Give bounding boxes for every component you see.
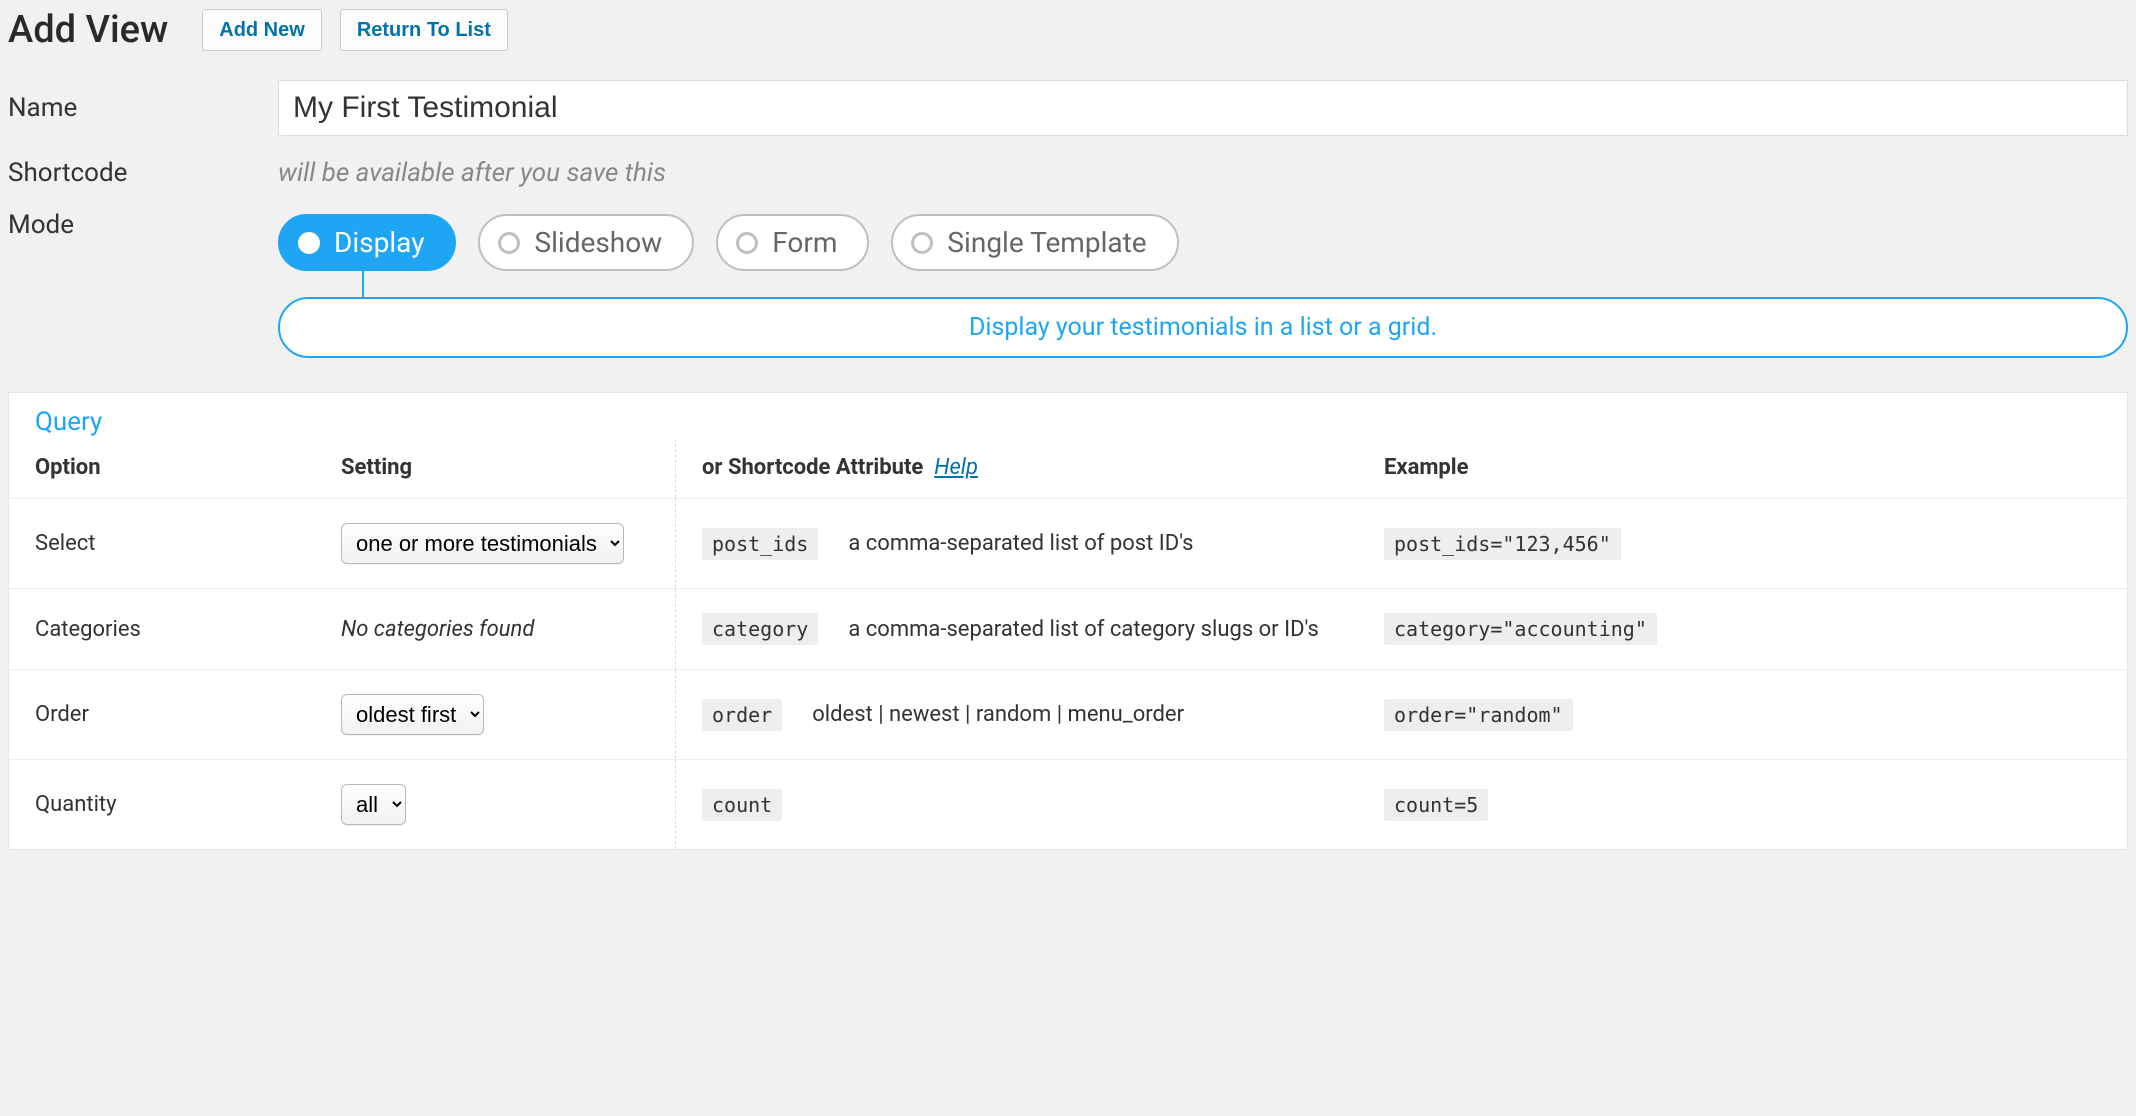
example-cell: post_ids="123,456" xyxy=(1358,499,2127,589)
setting-select-count[interactable]: all xyxy=(341,784,406,825)
mode-pill-label: Slideshow xyxy=(534,226,662,259)
setting-cell: one or more testimonials xyxy=(315,499,676,589)
mode-label: Mode xyxy=(8,210,278,240)
shortcode-cell: post_ids a comma-separated list of post I… xyxy=(676,499,1359,589)
example-code: post_ids="123,456" xyxy=(1384,528,1621,560)
mode-pill-group: Display Slideshow Form Single Template xyxy=(278,214,2128,271)
mode-pill-label: Display xyxy=(334,226,424,259)
mode-pill-label: Single Template xyxy=(947,226,1146,259)
setting-cell: all xyxy=(315,760,676,850)
mode-pill-label: Form xyxy=(772,226,837,259)
mode-pill-form[interactable]: Form xyxy=(716,214,869,271)
setting-cell: oldest first xyxy=(315,670,676,760)
mode-pill-single[interactable]: Single Template xyxy=(891,214,1178,271)
table-row: Categories No categories found category a c… xyxy=(9,589,2127,670)
table-row: Quantity all count count=5 xyxy=(9,760,2127,850)
radio-icon xyxy=(298,232,320,254)
table-row: Select one or more testimonials post_ids a … xyxy=(9,499,2127,589)
shortcode-hint: will be available after you save this xyxy=(278,158,666,188)
radio-icon xyxy=(736,232,758,254)
setting-select-order[interactable]: oldest first xyxy=(341,694,484,735)
query-th-setting: Setting xyxy=(315,439,676,499)
help-link[interactable]: Help xyxy=(934,455,978,480)
mode-pill-display[interactable]: Display xyxy=(278,214,456,271)
query-panel: Query Option Setting or Shortcode Attrib… xyxy=(8,392,2128,850)
shortcode-cell: order oldest | newest | random | menu_ord… xyxy=(676,670,1359,760)
shortcode-cell: count xyxy=(676,760,1359,850)
shortcode-cell: category a comma-separated list of catego… xyxy=(676,589,1359,670)
return-to-list-button[interactable]: Return To List xyxy=(340,9,508,51)
shortcode-attr-desc: a comma-separated list of post ID's xyxy=(848,531,1193,556)
page-title: Add View xyxy=(8,8,168,52)
setting-select-post_ids[interactable]: one or more testimonials xyxy=(341,523,624,564)
shortcode-attr-code: post_ids xyxy=(702,528,818,560)
mode-connector-line xyxy=(362,271,364,297)
shortcode-attr-desc: oldest | newest | random | menu_order xyxy=(812,702,1184,727)
shortcode-attr-code: order xyxy=(702,699,782,731)
option-cell: Quantity xyxy=(9,760,315,850)
shortcode-label: Shortcode xyxy=(8,158,278,188)
setting-note: No categories found xyxy=(341,617,534,642)
example-code: count=5 xyxy=(1384,789,1488,821)
query-th-example: Example xyxy=(1358,439,2127,499)
name-input[interactable] xyxy=(278,80,2128,136)
mode-row: Mode Display Slideshow Form Single Template… xyxy=(8,210,2128,358)
option-cell: Select xyxy=(9,499,315,589)
add-new-button[interactable]: Add New xyxy=(202,9,322,51)
radio-icon xyxy=(498,232,520,254)
radio-icon xyxy=(911,232,933,254)
example-cell: count=5 xyxy=(1358,760,2127,850)
mode-description: Display your testimonials in a list or a… xyxy=(278,297,2128,358)
example-cell: category="accounting" xyxy=(1358,589,2127,670)
example-code: category="accounting" xyxy=(1384,613,1657,645)
example-cell: order="random" xyxy=(1358,670,2127,760)
mode-pill-slideshow[interactable]: Slideshow xyxy=(478,214,694,271)
option-cell: Categories xyxy=(9,589,315,670)
name-row: Name xyxy=(8,80,2128,136)
table-row: Order oldest first order oldest | newest | … xyxy=(9,670,2127,760)
query-th-shortcode: or Shortcode Attribute Help xyxy=(676,439,1359,499)
query-th-option: Option xyxy=(9,439,315,499)
name-label: Name xyxy=(8,93,278,123)
setting-cell: No categories found xyxy=(315,589,676,670)
shortcode-attr-desc: a comma-separated list of category slugs… xyxy=(848,617,1319,642)
query-settings-table: Option Setting or Shortcode Attribute He… xyxy=(9,439,2127,849)
option-cell: Order xyxy=(9,670,315,760)
shortcode-row: Shortcode will be available after you sa… xyxy=(8,158,2128,188)
page-header: Add View Add New Return To List xyxy=(8,8,2128,52)
shortcode-attr-code: count xyxy=(702,789,782,821)
example-code: order="random" xyxy=(1384,699,1573,731)
query-panel-title: Query xyxy=(9,393,2127,439)
shortcode-attr-code: category xyxy=(702,613,818,645)
